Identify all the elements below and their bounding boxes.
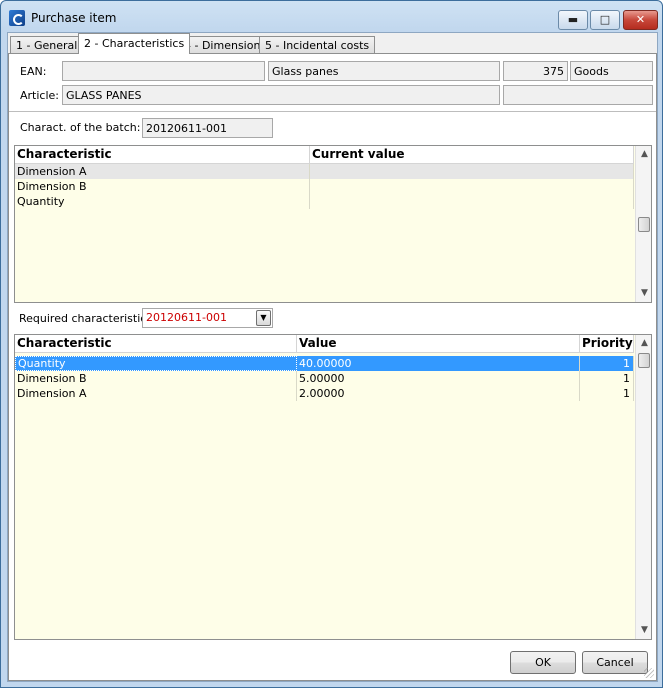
grid-header: Characteristic Value Priority	[15, 335, 634, 353]
resize-grip[interactable]	[644, 668, 654, 678]
scroll-down-arrow[interactable]: ▼	[636, 285, 651, 302]
required-characteristics-combo[interactable]: 20120611-001 ▼	[142, 308, 273, 328]
table-row[interactable]: Dimension B	[15, 179, 634, 194]
required-characteristics-label: Required characteristics:	[19, 312, 156, 325]
title-bar[interactable]: Purchase item ▬ □ ✕	[1, 1, 662, 31]
cell-characteristic: Dimension B	[15, 179, 310, 194]
cell-value: 2.00000	[297, 386, 580, 401]
table-row[interactable]: Dimension A	[15, 164, 634, 179]
tab-characteristics[interactable]: 2 - Characteristics	[78, 33, 191, 54]
vertical-scrollbar[interactable]: ▲ ▼	[635, 146, 651, 302]
purchase-item-window: Purchase item ▬ □ ✕ 1 - General 2 - Char…	[0, 0, 663, 688]
cell-characteristic: Dimension A	[15, 386, 297, 401]
cell-priority: 1	[580, 386, 634, 401]
cell-current-value	[310, 179, 634, 194]
cell-current-value	[310, 194, 634, 209]
ean-label: EAN:	[20, 65, 47, 78]
required-characteristics-grid[interactable]: Characteristic Value Priority Quantity 4…	[14, 334, 652, 640]
tab-incidental-costs[interactable]: 5 - Incidental costs	[259, 36, 376, 54]
batch-label: Charact. of the batch:	[20, 121, 141, 134]
article-field: GLASS PANES	[62, 85, 500, 105]
scroll-thumb[interactable]	[638, 217, 650, 232]
ok-button[interactable]: OK	[510, 651, 576, 674]
ean-field	[62, 61, 265, 81]
cell-value: 5.00000	[297, 371, 580, 386]
cell-characteristic: Dimension B	[15, 371, 297, 386]
app-icon	[9, 10, 25, 26]
cell-priority: 1	[580, 356, 634, 371]
scroll-up-arrow[interactable]: ▲	[636, 335, 651, 352]
tab-general[interactable]: 1 - General	[10, 36, 84, 54]
minimize-button[interactable]: ▬	[558, 10, 588, 30]
grid-header: Characteristic Current value	[15, 146, 634, 164]
scroll-up-arrow[interactable]: ▲	[636, 146, 651, 163]
close-button[interactable]: ✕	[623, 10, 658, 30]
tab-strip: 1 - General 2 - Characteristics 4 - Dime…	[8, 33, 657, 54]
cell-value: 40.00000	[297, 356, 580, 371]
cell-current-value	[310, 164, 634, 179]
column-header-priority[interactable]: Priority	[580, 335, 634, 352]
cell-characteristic: Dimension A	[15, 164, 310, 179]
scroll-thumb[interactable]	[638, 353, 650, 368]
table-row[interactable]: Quantity	[15, 194, 634, 209]
required-characteristics-value: 20120611-001	[146, 311, 227, 324]
characteristics-panel: EAN: Glass panes 375 Goods Article: GLAS…	[8, 53, 657, 681]
table-row-selected[interactable]: Quantity 40.00000 1	[15, 356, 634, 371]
item-number-field: 375	[503, 61, 568, 81]
chevron-down-icon[interactable]: ▼	[256, 310, 271, 326]
column-header-value[interactable]: Value	[297, 335, 580, 352]
current-characteristics-grid[interactable]: Characteristic Current value Dimension A…	[14, 145, 652, 303]
column-header-current-value[interactable]: Current value	[310, 146, 634, 163]
header-separator	[9, 111, 656, 112]
cancel-button[interactable]: Cancel	[582, 651, 648, 674]
item-name-field: Glass panes	[268, 61, 500, 81]
scroll-down-arrow[interactable]: ▼	[636, 622, 651, 639]
batch-field: 20120611-001	[142, 118, 273, 138]
window-title: Purchase item	[31, 11, 117, 25]
table-row[interactable]: Dimension B 5.00000 1	[15, 371, 634, 386]
cell-characteristic: Quantity	[15, 194, 310, 209]
maximize-button[interactable]: □	[590, 10, 620, 30]
cell-characteristic: Quantity	[15, 356, 297, 371]
table-row[interactable]: Dimension A 2.00000 1	[15, 386, 634, 401]
cell-priority: 1	[580, 371, 634, 386]
article-extra-field	[503, 85, 653, 105]
vertical-scrollbar[interactable]: ▲ ▼	[635, 335, 651, 639]
dialog-client: 1 - General 2 - Characteristics 4 - Dime…	[7, 32, 658, 682]
article-label: Article:	[20, 89, 59, 102]
column-header-characteristic[interactable]: Characteristic	[15, 146, 310, 163]
column-header-characteristic[interactable]: Characteristic	[15, 335, 297, 352]
item-type-field: Goods	[570, 61, 653, 81]
